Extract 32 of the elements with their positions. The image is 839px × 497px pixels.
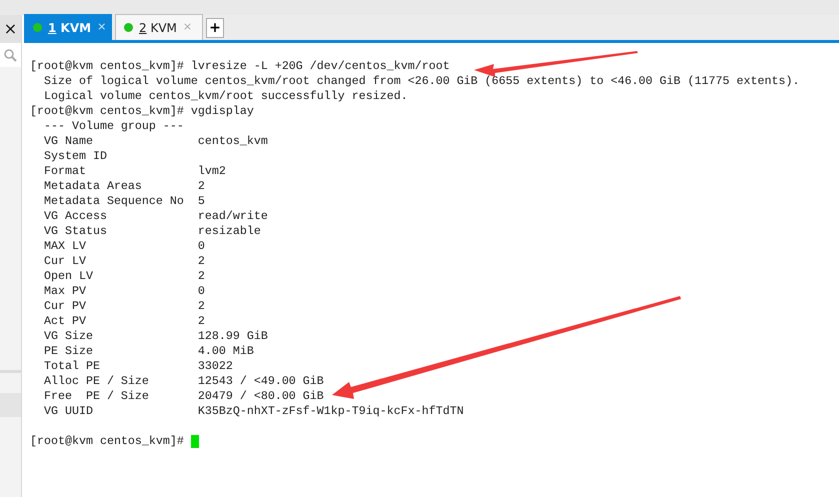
terminal-line: Act PV 2 <box>42 314 205 329</box>
terminal-line: System ID <box>42 149 107 164</box>
terminal-line: Cur PV 2 <box>42 299 205 314</box>
terminal-line: PE Size 4.00 MiB <box>42 344 254 359</box>
tab-label: 1 KVM <box>48 20 92 36</box>
terminal-line: [root@kvm centos_kvm]# lvresize -L +20G /dev/centos_kvm/root <box>30 59 450 74</box>
terminal-line: Total PE 33022 <box>42 359 233 374</box>
terminal-line: Free PE / Size 20479 / <80.00 GiB <box>42 389 324 404</box>
tab-label: 2 KVM <box>139 20 177 36</box>
search-icon[interactable] <box>4 48 17 62</box>
terminal-line: --- Volume group --- <box>42 119 184 134</box>
terminal-line: [root@kvm centos_kvm]# vgdisplay <box>30 104 254 119</box>
terminal-line: MAX LV 0 <box>42 239 205 254</box>
new-tab-button[interactable]: + <box>206 18 224 38</box>
terminal-line: Alloc PE / Size 12543 / <49.00 GiB <box>42 374 324 389</box>
terminal-line: Size of logical volume centos_kvm/root changed from <26.00 GiB (6655 extents) to <46.00 GiB (11775 extents). <box>42 74 800 89</box>
terminal-line: VG Access read/write <box>42 209 268 224</box>
terminal-line: Metadata Sequence No 5 <box>42 194 205 209</box>
terminal-line: Open LV 2 <box>42 269 205 284</box>
close-button[interactable]: × <box>0 15 21 43</box>
terminal-line: VG UUID K35BzQ-nhXT-zFsf-W1kp-T9iq-kcFx-hfTdTN <box>42 404 464 419</box>
terminal-line: Format lvm2 <box>42 164 226 179</box>
terminal-line: Max PV 0 <box>42 284 205 299</box>
terminal-tab[interactable]: 2 KVM × <box>115 14 203 40</box>
terminal-line: VG Name centos_kvm <box>42 134 268 149</box>
terminal-line: Cur LV 2 <box>42 254 205 269</box>
terminal-line: [root@kvm centos_kvm]# <box>30 434 185 449</box>
terminal-tab[interactable]: 1 KVM × <box>24 14 112 40</box>
terminal-line: Logical volume centos_kvm/root successfully resized. <box>42 89 408 104</box>
terminal-line: VG Size 128.99 GiB <box>42 329 268 344</box>
terminal-line: VG Status resizable <box>42 224 261 239</box>
terminal-line: Metadata Areas 2 <box>42 179 205 194</box>
